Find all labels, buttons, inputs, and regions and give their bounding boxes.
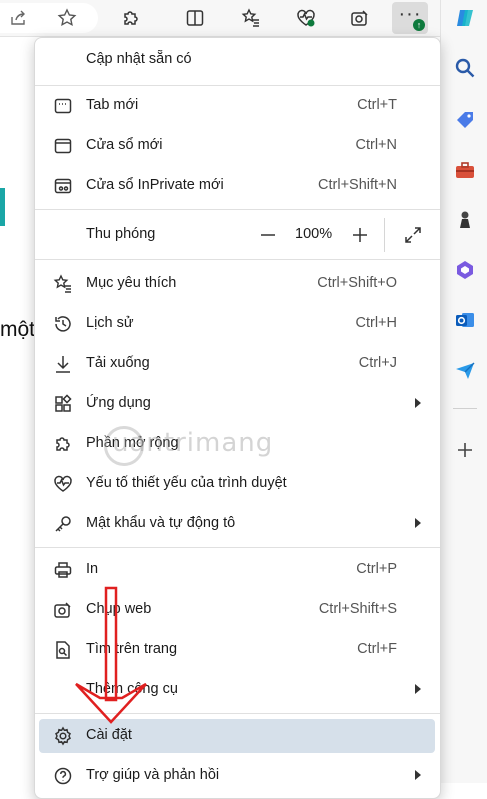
print-icon bbox=[53, 560, 73, 580]
settings-menu: Cập nhật sẵn có Tab mới Ctrl+T Cửa sổ mớ… bbox=[34, 37, 441, 799]
menu-history[interactable]: Lịch sử Ctrl+H bbox=[39, 307, 435, 341]
submenu-arrow-icon bbox=[415, 518, 421, 528]
right-sidebar bbox=[440, 0, 487, 783]
browser-essentials-icon bbox=[53, 474, 73, 494]
tools-icon[interactable] bbox=[452, 157, 478, 183]
web-capture-icon bbox=[53, 600, 73, 620]
history-icon bbox=[53, 314, 73, 334]
zoom-out-button[interactable] bbox=[259, 226, 277, 244]
menu-more-tools[interactable]: Thêm công cụ bbox=[39, 673, 435, 707]
zoom-divider bbox=[384, 218, 385, 252]
shopping-tag-icon[interactable] bbox=[452, 107, 478, 133]
add-icon[interactable] bbox=[452, 437, 478, 463]
menu-web-capture[interactable]: Chụp web Ctrl+Shift+S bbox=[39, 593, 435, 627]
page-partial-text: một bbox=[0, 318, 36, 341]
update-badge: ↑ bbox=[413, 19, 425, 31]
menu-zoom: Thu phóng 100% bbox=[39, 218, 435, 252]
menu-print[interactable]: In Ctrl+P bbox=[39, 553, 435, 587]
zoom-in-button[interactable] bbox=[351, 226, 369, 244]
menu-apps[interactable]: Ứng dụng bbox=[39, 387, 435, 421]
gear-icon bbox=[53, 726, 73, 746]
microsoft365-icon[interactable] bbox=[452, 257, 478, 283]
submenu-arrow-icon bbox=[415, 770, 421, 780]
menu-new-tab[interactable]: Tab mới Ctrl+T bbox=[39, 89, 435, 123]
page-content: một bbox=[0, 38, 36, 783]
watermark-text: uantrimang bbox=[112, 428, 274, 458]
submenu-arrow-icon bbox=[415, 398, 421, 408]
games-icon[interactable] bbox=[452, 207, 478, 233]
menu-passwords-autofill[interactable]: Mật khẩu và tự động tô bbox=[39, 507, 435, 541]
submenu-arrow-icon bbox=[415, 684, 421, 694]
favorites-icon bbox=[53, 274, 73, 294]
copilot-icon[interactable] bbox=[452, 5, 478, 31]
outlook-icon[interactable] bbox=[452, 307, 478, 333]
find-icon bbox=[53, 640, 73, 660]
search-icon[interactable] bbox=[452, 55, 478, 81]
menu-divider bbox=[35, 713, 440, 714]
menu-help-feedback[interactable]: Trợ giúp và phản hồi bbox=[39, 759, 435, 793]
split-screen-icon[interactable] bbox=[181, 4, 209, 32]
menu-divider bbox=[35, 259, 440, 260]
drop-icon[interactable] bbox=[452, 357, 478, 383]
download-icon bbox=[53, 354, 73, 374]
new-tab-icon bbox=[53, 96, 73, 116]
favorite-star-icon[interactable] bbox=[53, 4, 81, 32]
menu-new-inprivate-window[interactable]: Cửa sổ InPrivate mới Ctrl+Shift+N bbox=[39, 169, 435, 203]
browser-toolbar: ··· ↑ bbox=[0, 0, 440, 37]
apps-icon bbox=[53, 394, 73, 414]
extensions-icon bbox=[53, 434, 73, 454]
menu-find-on-page[interactable]: Tìm trên trang Ctrl+F bbox=[39, 633, 435, 667]
new-window-icon bbox=[53, 136, 73, 156]
more-icon[interactable]: ··· ↑ bbox=[392, 2, 428, 34]
favorites-list-icon[interactable] bbox=[237, 4, 265, 32]
key-icon bbox=[53, 514, 73, 534]
extensions-icon[interactable] bbox=[117, 4, 145, 32]
menu-favorites[interactable]: Mục yêu thích Ctrl+Shift+O bbox=[39, 267, 435, 301]
menu-browser-essentials[interactable]: Yếu tố thiết yếu của trình duyệt bbox=[39, 467, 435, 501]
menu-update-available[interactable]: Cập nhật sẵn có bbox=[39, 43, 435, 77]
menu-new-window[interactable]: Cửa sổ mới Ctrl+N bbox=[39, 129, 435, 163]
sidebar-divider bbox=[453, 408, 477, 409]
menu-divider bbox=[35, 85, 440, 86]
menu-settings[interactable]: Cài đặt bbox=[39, 719, 435, 753]
browser-essentials-icon[interactable] bbox=[292, 4, 320, 32]
share-icon[interactable] bbox=[4, 4, 32, 32]
page-accent-bar bbox=[0, 188, 5, 226]
menu-divider bbox=[35, 547, 440, 548]
menu-downloads[interactable]: Tải xuống Ctrl+J bbox=[39, 347, 435, 381]
screenshot-icon[interactable] bbox=[346, 4, 374, 32]
menu-divider bbox=[35, 209, 440, 210]
help-icon bbox=[53, 766, 73, 786]
zoom-level: 100% bbox=[295, 226, 333, 242]
inprivate-icon bbox=[53, 176, 73, 196]
fullscreen-icon[interactable] bbox=[403, 225, 423, 245]
